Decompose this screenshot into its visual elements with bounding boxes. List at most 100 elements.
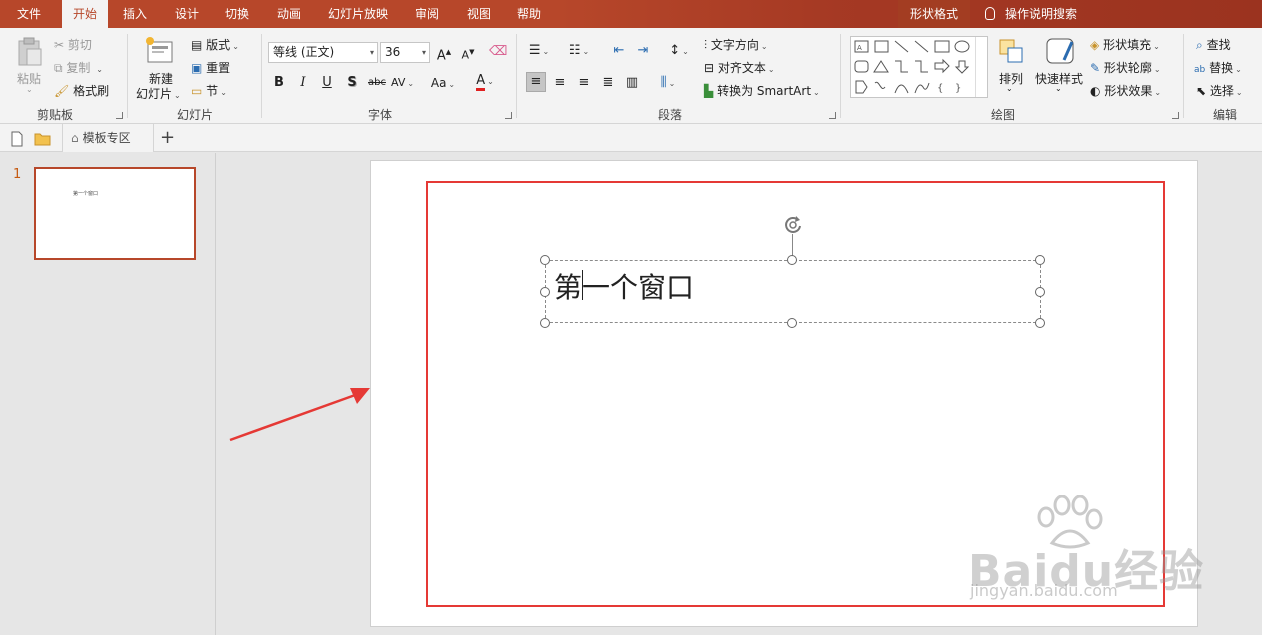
align-left-button[interactable]: ≡ <box>526 72 546 92</box>
paste-dropdown-icon[interactable]: ⌄ <box>26 85 33 94</box>
clipboard-dialog-launcher[interactable] <box>116 112 123 119</box>
replace-label: 替换 <box>1209 61 1234 75</box>
grow-font-button[interactable]: A▲ <box>435 43 453 64</box>
font-color-button[interactable]: A ⌄ <box>474 72 496 91</box>
tab-help[interactable]: 帮助 <box>506 0 552 28</box>
tab-home[interactable]: 开始 <box>62 0 108 28</box>
rotate-handle-icon[interactable] <box>782 214 804 236</box>
reset-label: 重置 <box>206 61 231 75</box>
gallery-scroll[interactable] <box>975 37 987 97</box>
ribbon: 粘贴 ⌄ ✂ 剪切 ⧉ 复制 ⌄ 🖌 格式刷 剪贴板 新建 幻灯片 ⌄ ▤ 版式 ⌄… <box>0 28 1262 124</box>
layout-icon: ▤ <box>191 38 203 52</box>
copy-button[interactable]: ⧉ 复制 ⌄ <box>54 59 103 76</box>
text-direction-button[interactable]: ⫶ 文字方向 ⌄ <box>704 36 768 53</box>
group-label-paragraph: 段落 <box>657 108 682 122</box>
font-size-combo[interactable]: 36 ▾ <box>380 42 430 63</box>
slide-text: 第一个窗口 <box>554 271 695 304</box>
smartart-icon: ▙ <box>704 84 714 98</box>
resize-handle-bottom[interactable] <box>787 318 797 328</box>
tab-shape-format[interactable]: 形状格式 <box>898 0 970 28</box>
line-spacing-button[interactable]: ↕ ⌄ <box>666 42 692 60</box>
drawing-dialog-launcher[interactable] <box>1172 112 1179 119</box>
new-slide-dropdown[interactable]: 幻灯片 ⌄ <box>136 85 181 102</box>
resize-handle-bottom-right[interactable] <box>1035 318 1045 328</box>
tab-insert[interactable]: 插入 <box>112 0 158 28</box>
slide-thumbnail[interactable]: 第一个窗口 <box>34 167 196 260</box>
reset-button[interactable]: ▣ 重置 <box>191 59 230 76</box>
folder-icon[interactable] <box>34 132 52 146</box>
shape-effects-button[interactable]: ◐ 形状效果 ⌄ <box>1090 82 1161 99</box>
format-painter-button[interactable]: 🖌 格式刷 <box>54 82 109 99</box>
font-name-combo[interactable]: 等线 (正文) ▾ <box>268 42 378 63</box>
font-dialog-launcher[interactable] <box>505 112 512 119</box>
template-zone-tab[interactable]: ⌂ 模板专区 <box>62 124 154 152</box>
separator <box>840 34 841 118</box>
convert-smartart-button[interactable]: ▙ 转换为 SmartArt ⌄ <box>704 82 820 99</box>
character-spacing-button[interactable]: AV ⌄ <box>391 74 414 92</box>
bullets-button[interactable]: ☰ ⌄ <box>526 42 552 60</box>
align-right-button[interactable]: ≡ <box>575 74 593 92</box>
add-tab-icon[interactable]: + <box>160 127 175 148</box>
cursor-icon: ⬉ <box>1196 84 1207 98</box>
shapes-gallery[interactable]: A { } <box>850 36 988 98</box>
columns-button[interactable]: ⫼ ⌄ <box>654 74 682 92</box>
font-color-label: A <box>476 74 486 91</box>
align-text-button[interactable]: ⊟ 对齐文本 ⌄ <box>704 59 775 76</box>
svg-text:{: { <box>937 83 943 94</box>
strikethrough-button[interactable]: abc <box>366 74 388 92</box>
resize-handle-right[interactable] <box>1035 287 1045 297</box>
quick-styles-icon <box>1046 38 1074 64</box>
bold-button[interactable]: B <box>270 74 288 92</box>
new-slide-label-2: 幻灯片 <box>136 87 173 101</box>
numbering-button[interactable]: ☷ ⌄ <box>566 42 592 60</box>
tab-review[interactable]: 审阅 <box>404 0 450 28</box>
increase-indent-icon[interactable]: ⇥ <box>634 42 652 60</box>
character-spacing-label: AV <box>391 76 406 89</box>
find-button[interactable]: ⌕ 查找 <box>1196 36 1231 53</box>
align-center-button[interactable]: ≡ <box>551 74 569 92</box>
italic-button[interactable]: I <box>294 74 312 92</box>
select-button[interactable]: ⬉ 选择 ⌄ <box>1196 82 1243 99</box>
text-cursor <box>582 270 583 300</box>
slide-thumbnail-pane: 1 第一个窗口 <box>0 153 216 635</box>
arrange-dropdown-icon[interactable]: ⌄ <box>1006 84 1013 93</box>
new-document-icon[interactable] <box>10 131 24 147</box>
underline-button[interactable]: U <box>318 74 336 92</box>
decrease-indent-icon[interactable]: ⇤ <box>610 42 628 60</box>
tab-file[interactable]: 文件 <box>0 0 58 28</box>
resize-handle-top[interactable] <box>787 255 797 265</box>
fill-bucket-icon: ◈ <box>1090 38 1100 52</box>
replace-button[interactable]: ab 替换 ⌄ <box>1194 59 1242 76</box>
cut-button[interactable]: ✂ 剪切 <box>54 36 92 53</box>
quick-styles-dropdown-icon[interactable]: ⌄ <box>1055 84 1062 93</box>
justify-button[interactable]: ≣ <box>599 74 617 92</box>
layout-button[interactable]: ▤ 版式 ⌄ <box>191 36 239 53</box>
columns-icon: ⫼ <box>660 75 667 90</box>
tab-animations[interactable]: 动画 <box>266 0 312 28</box>
resize-handle-top-left[interactable] <box>540 255 550 265</box>
change-case-button[interactable]: Aa ⌄ <box>428 74 458 92</box>
format-painter-label: 格式刷 <box>73 84 110 98</box>
tell-me-search[interactable]: 操作说明搜索 <box>985 0 1077 28</box>
resize-handle-left[interactable] <box>540 287 550 297</box>
clear-formatting-icon[interactable]: ⌫ <box>489 43 507 61</box>
tab-design[interactable]: 设计 <box>164 0 210 28</box>
shadow-button[interactable]: S <box>343 74 361 92</box>
group-label-drawing: 绘图 <box>990 108 1015 122</box>
tab-view[interactable]: 视图 <box>456 0 502 28</box>
shape-outline-button[interactable]: ✎ 形状轮廓 ⌄ <box>1090 59 1161 76</box>
section-button[interactable]: ▭ 节 ⌄ <box>191 82 227 99</box>
resize-handle-bottom-left[interactable] <box>540 318 550 328</box>
shape-fill-button[interactable]: ◈ 形状填充 ⌄ <box>1090 36 1160 53</box>
shape-effects-label: 形状效果 <box>1104 84 1153 98</box>
effects-icon: ◐ <box>1090 84 1101 98</box>
paragraph-dialog-launcher[interactable] <box>829 112 836 119</box>
grow-font-label: A <box>436 48 446 64</box>
distributed-button[interactable]: ▥ <box>623 74 641 92</box>
brush-icon: 🖌 <box>54 84 70 98</box>
text-box-content[interactable]: 第一个窗口 <box>554 266 694 306</box>
shrink-font-button[interactable]: A▼ <box>459 43 477 62</box>
tab-slideshow[interactable]: 幻灯片放映 <box>318 0 398 28</box>
tab-transitions[interactable]: 切换 <box>214 0 260 28</box>
resize-handle-top-right[interactable] <box>1035 255 1045 265</box>
